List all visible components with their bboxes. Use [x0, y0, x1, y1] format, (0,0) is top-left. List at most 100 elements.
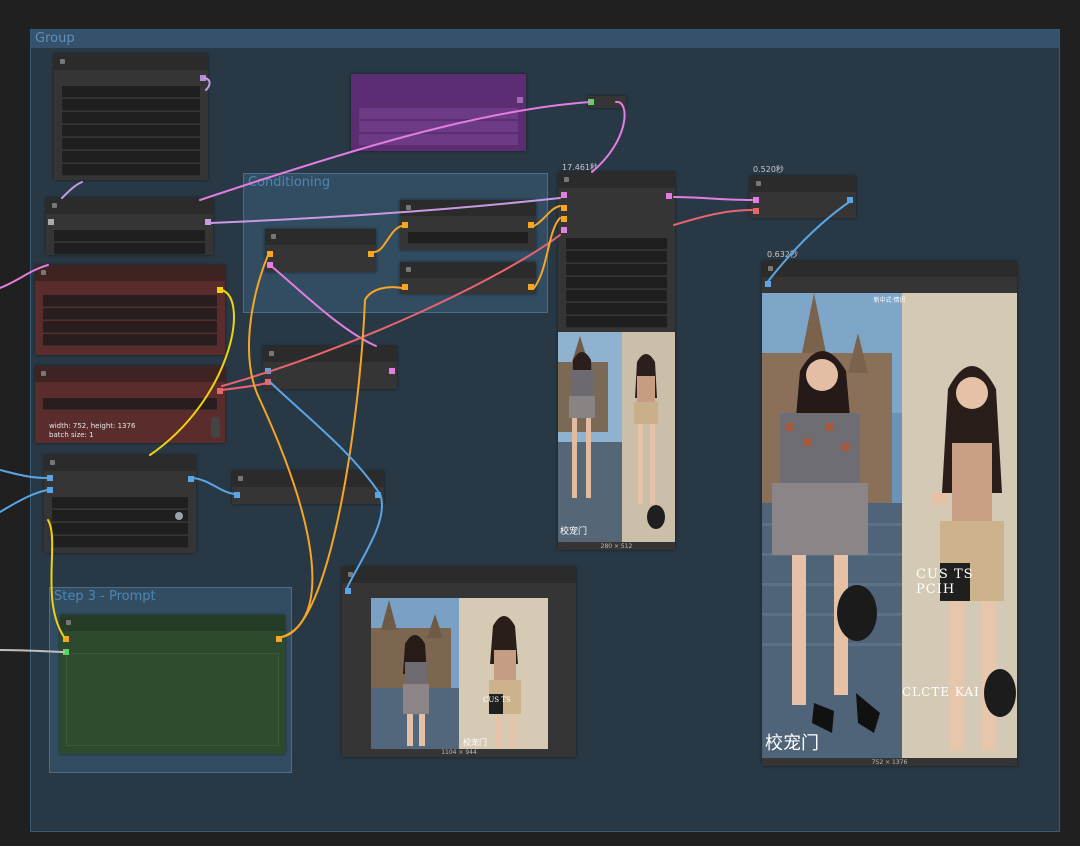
latent-widget-1[interactable] — [43, 398, 217, 410]
cond-encode-node-a[interactable] — [400, 200, 536, 250]
model-sampling-header[interactable] — [263, 346, 397, 362]
basic-scheduler-node[interactable] — [232, 471, 384, 504]
lora-output-port[interactable] — [217, 287, 223, 293]
guider-toggle-knob[interactable] — [175, 512, 183, 520]
loader-node-header[interactable] — [54, 54, 208, 70]
lora-node-header[interactable] — [35, 265, 225, 281]
cond-encode-b-header[interactable] — [400, 262, 536, 278]
loader-widget-1[interactable] — [62, 86, 200, 98]
prompt-textarea[interactable] — [66, 653, 279, 746]
sampler-node[interactable]: 校宠门 280 × 512 — [558, 172, 675, 550]
clip-widget-2[interactable] — [54, 243, 205, 255]
purple-widget-2[interactable] — [359, 121, 518, 133]
collapse-icon[interactable] — [756, 181, 761, 186]
lora-widget-3[interactable] — [43, 321, 217, 333]
model-sampling-node[interactable] — [263, 346, 397, 389]
sampler-widget-7[interactable] — [566, 316, 667, 328]
loader-widget-5[interactable] — [62, 138, 200, 150]
sampler-widget-2[interactable] — [566, 251, 667, 263]
note-node-purple[interactable] — [351, 74, 526, 151]
guider-widget-4[interactable] — [52, 536, 188, 548]
cond-encode-node-b[interactable] — [400, 262, 536, 294]
lora-widget-4[interactable] — [43, 334, 217, 346]
prompt-input-2[interactable] — [63, 649, 69, 655]
vae-input-2[interactable] — [753, 208, 759, 214]
lora-widget-2[interactable] — [43, 308, 217, 320]
model-sampling-output[interactable] — [389, 368, 395, 374]
purple-widget-1[interactable] — [359, 108, 518, 120]
purple-output-port[interactable] — [517, 97, 523, 103]
sampler-node-header[interactable] — [558, 172, 675, 188]
preview-image-node[interactable]: CUS TS 校宠门 1104 × 944 — [342, 567, 576, 757]
latent-scroll-stepper[interactable] — [211, 417, 220, 438]
basic-scheduler-header[interactable] — [232, 471, 384, 487]
empty-latent-node[interactable]: width: 752, height: 1376 batch size: 1 — [35, 366, 225, 443]
graph-canvas[interactable]: Group Conditioning Step 3 - Prompt width… — [0, 0, 1080, 846]
loader-widget-2[interactable] — [62, 99, 200, 111]
clip-loader-header[interactable] — [46, 198, 213, 214]
cond-b-input[interactable] — [402, 284, 408, 290]
cond-a-widget[interactable] — [408, 232, 528, 244]
guider-node-header[interactable] — [44, 455, 196, 471]
flux-guidance-header[interactable] — [265, 229, 376, 245]
sampler-widget-1[interactable] — [566, 238, 667, 250]
sampler-input-2[interactable] — [561, 205, 567, 211]
collapse-icon[interactable] — [41, 371, 46, 376]
cond-a-output[interactable] — [528, 222, 534, 228]
sampler-widget-4[interactable] — [566, 277, 667, 289]
empty-latent-header[interactable] — [35, 366, 225, 382]
flux-input-1[interactable] — [267, 251, 273, 257]
sampler-input-1[interactable] — [561, 192, 567, 198]
vae-input-1[interactable] — [753, 197, 759, 203]
guider-widget-2[interactable] — [52, 510, 188, 522]
collapse-icon[interactable] — [406, 205, 411, 210]
loader-widget-6[interactable] — [62, 151, 200, 163]
loader-output-port[interactable] — [200, 75, 206, 81]
collapse-icon[interactable] — [60, 59, 65, 64]
save-input[interactable] — [765, 281, 771, 287]
purple-widget-3[interactable] — [359, 134, 518, 146]
prompt-node-header[interactable] — [60, 615, 285, 631]
flux-input-2[interactable] — [267, 262, 273, 268]
guider-input-2[interactable] — [47, 487, 53, 493]
clip-widget-1[interactable] — [54, 230, 205, 242]
scheduler-output[interactable] — [375, 492, 381, 498]
loader-widget-4[interactable] — [62, 125, 200, 137]
clip-loader-node[interactable] — [46, 198, 213, 255]
collapse-icon[interactable] — [52, 203, 57, 208]
save-image-header[interactable] — [762, 261, 1017, 277]
sampler-widget-6[interactable] — [566, 303, 667, 315]
prompt-input-1[interactable] — [63, 636, 69, 642]
main-group-title[interactable]: Group — [31, 30, 1059, 48]
collapse-icon[interactable] — [271, 234, 276, 239]
reroute-input-port[interactable] — [588, 99, 594, 105]
lora-widget-1[interactable] — [43, 295, 217, 307]
collapse-icon[interactable] — [406, 267, 411, 272]
model-sampling-input-2[interactable] — [265, 379, 271, 385]
loader-widget-7[interactable] — [62, 164, 200, 176]
guider-node[interactable] — [44, 455, 196, 553]
collapse-icon[interactable] — [269, 351, 274, 356]
guider-input-1[interactable] — [47, 475, 53, 481]
conditioning-group-title[interactable]: Conditioning — [244, 174, 547, 192]
guider-output-port[interactable] — [188, 476, 194, 482]
save-image-node[interactable]: 新中式·情侣 CUS TS PCIH CLCTE KAI 校宠门 752 × 1… — [762, 261, 1017, 766]
guider-widget-1[interactable] — [52, 497, 188, 509]
preview-image-header[interactable] — [342, 567, 576, 583]
clip-input-port[interactable] — [48, 219, 54, 225]
loader-node[interactable] — [54, 54, 208, 180]
vae-decode-header[interactable] — [750, 176, 856, 192]
clip-output-port[interactable] — [205, 219, 211, 225]
prompt-text-node[interactable] — [60, 615, 285, 754]
reroute-node[interactable] — [588, 96, 626, 108]
guider-widget-3[interactable] — [52, 523, 188, 535]
lora-node-red[interactable] — [35, 265, 225, 355]
prompt-output[interactable] — [276, 636, 282, 642]
collapse-icon[interactable] — [50, 460, 55, 465]
preview-input[interactable] — [345, 588, 351, 594]
cond-b-output[interactable] — [528, 284, 534, 290]
collapse-icon[interactable] — [348, 572, 353, 577]
collapse-icon[interactable] — [768, 266, 773, 271]
vae-decode-node[interactable] — [750, 176, 856, 218]
sampler-input-4[interactable] — [561, 227, 567, 233]
